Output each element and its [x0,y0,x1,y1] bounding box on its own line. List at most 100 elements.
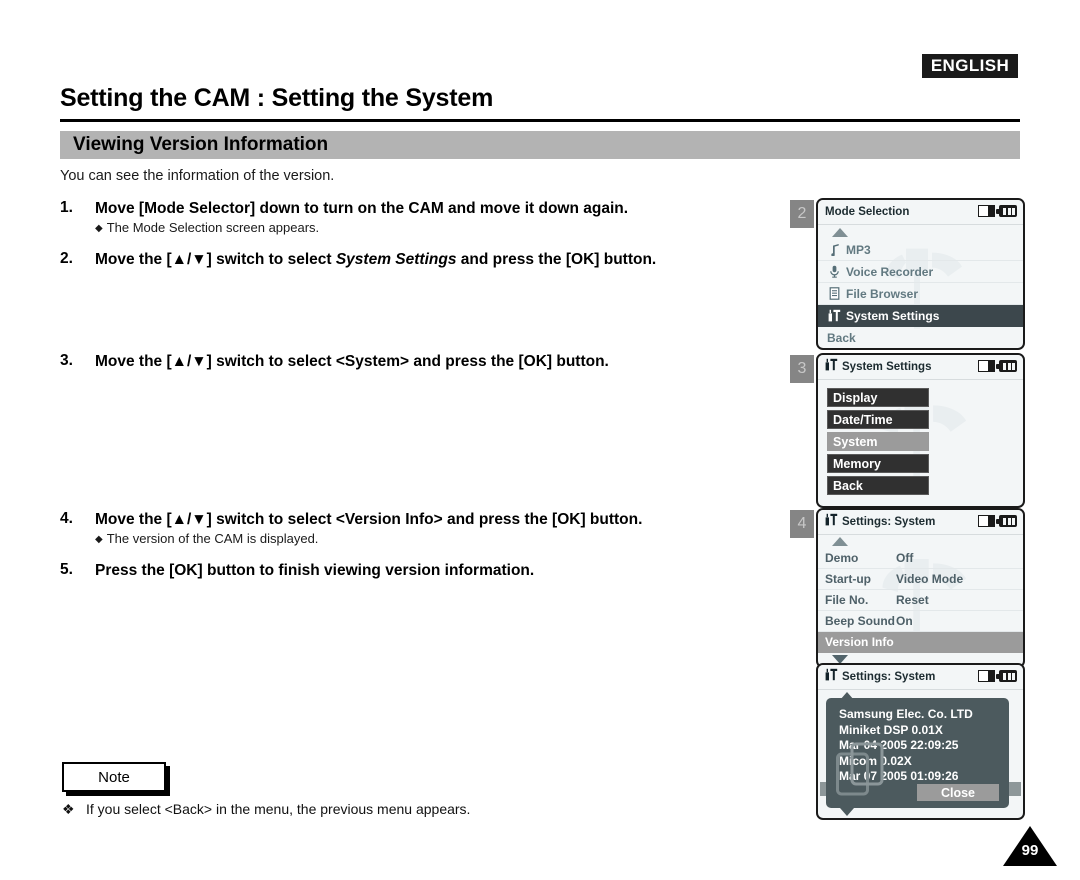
lcd-panel-settings-system: Settings: System Demo Off Start-up Video… [816,508,1025,668]
mode-selection-list: MP3 Voice Recorder File Browser System S… [818,225,1023,348]
memory-card-icon [978,205,995,217]
lcd-status-icons [978,205,1017,217]
mode-item-file-browser[interactable]: File Browser [818,283,1023,305]
mode-item-voice-recorder[interactable]: Voice Recorder [818,261,1023,283]
settings-row-value: Off [896,551,914,565]
page-title: Setting the CAM : Setting the System [60,84,494,112]
instruction-step-2: 2. Move the [▲/▼] switch to select Syste… [60,250,790,269]
memory-card-icon [978,670,995,682]
battery-icon [996,670,1017,682]
diamond-icon: ◆ [95,534,103,546]
settings-row-start-up[interactable]: Start-up Video Mode [818,569,1023,590]
lcd-title-bar: Mode Selection [818,200,1023,225]
version-info-dialog: Samsung Elec. Co. LTD Miniket DSP 0.01X … [826,698,1009,808]
music-note-icon [826,243,842,256]
lcd-status-icons [978,670,1017,682]
settings-row-file-no[interactable]: File No. Reset [818,590,1023,611]
version-line: Miniket DSP 0.01X [839,722,943,737]
instruction-step-1: 1. Move [Mode Selector] down to turn on … [60,199,790,235]
triangle-up-icon [832,537,848,546]
section-header: Viewing Version Information [60,131,1020,159]
title-divider [60,119,1020,122]
step-subnote: ◆ The version of the CAM is displayed. [95,531,790,546]
settings-item-date-time[interactable]: Date/Time [827,410,929,429]
mode-item-label: Voice Recorder [846,264,934,279]
mode-item-label: Back [827,330,856,345]
instruction-step-3: 3. Move the [▲/▼] switch to select <Syst… [60,352,790,371]
settings-item-label: System [833,434,878,449]
version-line: Samsung Elec. Co. LTD [839,707,973,721]
mode-item-mp3[interactable]: MP3 [818,239,1023,261]
settings-row-value: On [896,614,913,628]
settings-item-display[interactable]: Display [827,388,929,407]
version-line: Mar 07 2005 01:09:26 [839,769,959,783]
page-number: 99 [1021,842,1039,859]
step-number: 3. [60,352,73,369]
lcd-title-text: Settings: System [842,516,936,528]
document-icon [826,287,842,300]
step-subnote: ◆ The Mode Selection screen appears. [95,220,790,235]
battery-icon [996,205,1017,217]
settings-item-system[interactable]: System [827,432,929,451]
panel-step-badge-4: 4 [790,510,814,538]
settings-row-demo[interactable]: Demo Off [818,548,1023,569]
lcd-status-icons [978,360,1017,372]
battery-icon [996,515,1017,527]
lcd-panel-system-settings: System Settings Display Date/Time System… [816,353,1025,508]
note-label: Note [98,768,130,786]
settings-row-beep-sound[interactable]: Beep Sound On [818,611,1023,632]
settings-item-label: Memory [833,456,881,471]
mode-item-system-settings[interactable]: System Settings [818,305,1023,327]
tools-icon [825,668,839,686]
lcd-title-text: Settings: System [842,671,936,683]
settings-item-label: Back [833,478,863,493]
microphone-icon [826,265,842,278]
lcd-title-text: System Settings [842,361,932,373]
step-text: Press the [OK] button to finish viewing … [95,562,535,579]
mode-item-back[interactable]: Back [818,327,1023,348]
settings-row-version-info[interactable]: Version Info [818,632,1023,653]
step-subnote-text: The Mode Selection screen appears. [106,220,320,236]
step-number: 5. [60,561,73,578]
mode-item-label: File Browser [846,286,919,301]
settings-row-key: Start-up [825,572,871,586]
settings-item-memory[interactable]: Memory [827,454,929,473]
settings-row-key: File No. [825,593,869,607]
memory-card-icon [978,515,995,527]
instruction-step-5: 5. Press the [OK] button to finish viewi… [60,561,790,580]
lcd-title-bar: Settings: System [818,665,1023,690]
settings-item-back[interactable]: Back [827,476,929,495]
lcd-title-bar: System Settings [818,355,1023,380]
lcd-panel-mode-selection: Mode Selection MP3 Voice Recorder File B… [816,198,1025,350]
note-body: ❖ If you select <Back> in the menu, the … [62,801,470,818]
settings-system-list: Demo Off Start-up Video Mode File No. Re… [818,535,1023,666]
step-subnote-text: The version of the CAM is displayed. [106,531,319,547]
triangle-up-icon [840,692,854,700]
step-text: Move the [▲/▼] switch to select System S… [95,250,656,269]
settings-item-label: Display [833,390,878,405]
page-number-marker: 99 [1003,826,1057,868]
tools-icon [826,309,842,322]
note-label-box: Note [62,762,166,792]
note-bullet-icon: ❖ [62,801,75,817]
system-settings-list: Display Date/Time System Memory Back [818,380,1023,506]
language-badge: ENGLISH [922,54,1018,78]
lcd-body: MP3 Voice Recorder File Browser System S… [818,225,1023,348]
lcd-body: Samsung Elec. Co. LTD Miniket DSP 0.01X … [818,690,1023,818]
note-body-text: If you select <Back> in the menu, the pr… [86,801,471,817]
step-text-pre: Move the [▲/▼] switch to select [95,251,336,268]
lcd-title-bar: Settings: System [818,510,1023,535]
step-text-post: and press the [OK] button. [456,251,657,268]
scroll-up-indicator[interactable] [818,535,1023,548]
step-text: Move the [▲/▼] switch to select <System>… [95,353,609,370]
settings-row-key: Beep Sound [825,614,896,628]
lcd-title-text: Mode Selection [825,206,910,218]
instruction-step-4: 4. Move the [▲/▼] switch to select <Vers… [60,510,790,546]
scroll-up-indicator[interactable] [818,225,1023,239]
diamond-icon: ◆ [95,223,103,235]
lcd-status-icons [978,515,1017,527]
settings-row-value: Video Mode [896,572,964,586]
memory-card-icon [978,360,995,372]
close-button[interactable]: Close [917,784,999,801]
version-line: Micom 0.02X [839,753,912,768]
